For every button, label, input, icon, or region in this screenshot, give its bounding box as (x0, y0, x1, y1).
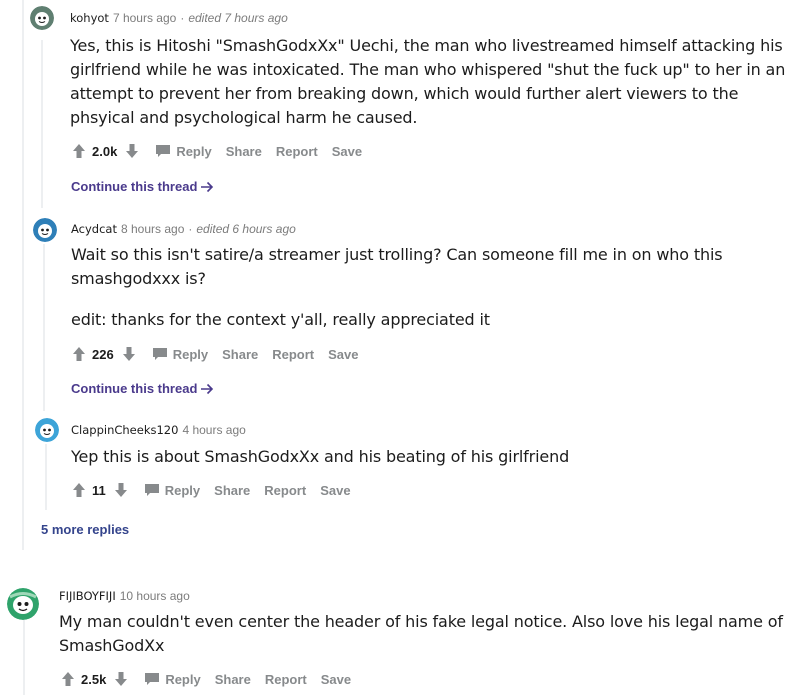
username[interactable]: kohyot (70, 11, 109, 25)
report-button[interactable]: Report (265, 672, 307, 687)
thread-line[interactable] (43, 244, 45, 411)
reply-label: Reply (176, 143, 212, 159)
report-button[interactable]: Report (264, 483, 306, 498)
user-avatar[interactable] (7, 588, 39, 620)
comment-paragraph: My man couldn't even center the header o… (59, 612, 783, 655)
comment-meta: ClappinCheeks120 4 hours ago (71, 423, 246, 437)
save-button[interactable]: Save (320, 483, 350, 498)
upvote-arrow-icon[interactable] (61, 671, 75, 687)
reply-label: Reply (164, 482, 201, 498)
share-button[interactable]: Share (226, 144, 262, 159)
thread-line[interactable] (23, 620, 25, 695)
downvote-arrow-icon[interactable] (125, 143, 139, 159)
user-avatar[interactable] (35, 418, 59, 442)
arrow-right-icon (201, 383, 214, 394)
comment-bubble-icon (156, 145, 171, 157)
comment-actions: 2.5k Reply Share Report Save (61, 671, 351, 687)
comment-bubble-icon (144, 484, 159, 496)
vote-score: 226 (92, 346, 114, 362)
downvote-arrow-icon[interactable] (122, 346, 136, 362)
share-button[interactable]: Share (215, 672, 251, 687)
separator-dot: · (188, 222, 193, 236)
timestamp[interactable]: 4 hours ago (182, 423, 245, 437)
edited-label: edited 7 hours ago (188, 11, 288, 25)
reply-label: Reply (172, 346, 209, 362)
save-button[interactable]: Save (328, 347, 358, 362)
username[interactable]: Acydcat (71, 222, 117, 236)
downvote-arrow-icon[interactable] (114, 671, 128, 687)
reply-button[interactable]: Reply (144, 671, 201, 687)
user-avatar[interactable] (33, 218, 57, 242)
separator-dot: · (180, 11, 185, 25)
thread-line[interactable] (45, 444, 47, 510)
comment-bubble-icon (145, 673, 160, 685)
timestamp[interactable]: 10 hours ago (120, 589, 190, 603)
downvote-arrow-icon[interactable] (114, 482, 128, 498)
continue-thread-link[interactable]: Continue this thread (71, 381, 214, 396)
comment-bubble-icon (152, 348, 167, 360)
comment-paragraph: Wait so this isn't satire/a streamer jus… (71, 245, 723, 288)
upvote-arrow-icon[interactable] (72, 346, 86, 362)
vote-score: 2.0k (92, 143, 118, 159)
comment-meta: kohyot 7 hours ago · edited 7 hours ago (70, 11, 288, 25)
comment-meta: Acydcat 8 hours ago · edited 6 hours ago (71, 222, 296, 236)
reply-button[interactable]: Reply (152, 347, 208, 362)
report-button[interactable]: Report (276, 144, 318, 159)
share-button[interactable]: Share (222, 347, 258, 362)
username[interactable]: ClappinCheeks120 (71, 423, 178, 437)
comment-actions: 226 Reply Share Report Save (72, 346, 359, 362)
vote-score: 11 (92, 482, 106, 498)
comment-paragraph: edit: thanks for the context y'all, real… (71, 310, 490, 329)
comment-body: Yes, this is Hitoshi "SmashGodxXx" Uechi… (70, 34, 795, 130)
comment-paragraph: Yes, this is Hitoshi "SmashGodxXx" Uechi… (70, 36, 786, 127)
timestamp[interactable]: 8 hours ago (121, 222, 184, 236)
comment-actions: 11 Reply Share Report Save (72, 482, 351, 498)
report-button[interactable]: Report (272, 347, 314, 362)
upvote-arrow-icon[interactable] (72, 482, 86, 498)
more-replies-link[interactable]: 5 more replies (41, 522, 129, 537)
save-button[interactable]: Save (321, 672, 351, 687)
thread-line[interactable] (22, 0, 24, 550)
upvote-arrow-icon[interactable] (72, 143, 86, 159)
comment-body: Yep this is about SmashGodxXx and his be… (71, 445, 771, 469)
thread-line[interactable] (41, 40, 43, 208)
share-button[interactable]: Share (214, 483, 250, 498)
reply-button[interactable]: Reply (155, 143, 212, 159)
edited-label: edited 6 hours ago (196, 222, 296, 236)
reply-label: Reply (165, 671, 201, 687)
continue-thread-label: Continue this thread (71, 381, 198, 396)
arrow-right-icon (201, 181, 214, 192)
vote-score: 2.5k (81, 671, 107, 687)
comment-meta: FIJIBOYFIJI 10 hours ago (59, 589, 190, 603)
comment-body: Wait so this isn't satire/a streamer jus… (71, 243, 731, 332)
comment-paragraph: Yep this is about SmashGodxXx and his be… (71, 447, 570, 466)
timestamp[interactable]: 7 hours ago (113, 11, 176, 25)
reply-button[interactable]: Reply (144, 483, 200, 498)
username[interactable]: FIJIBOYFIJI (59, 589, 116, 603)
continue-thread-label: Continue this thread (71, 179, 198, 194)
continue-thread-link[interactable]: Continue this thread (71, 179, 214, 194)
user-avatar[interactable] (30, 6, 54, 30)
comment-body: My man couldn't even center the header o… (59, 610, 789, 658)
save-button[interactable]: Save (332, 144, 362, 159)
comment-actions: 2.0k Reply Share Report Save (72, 143, 362, 159)
